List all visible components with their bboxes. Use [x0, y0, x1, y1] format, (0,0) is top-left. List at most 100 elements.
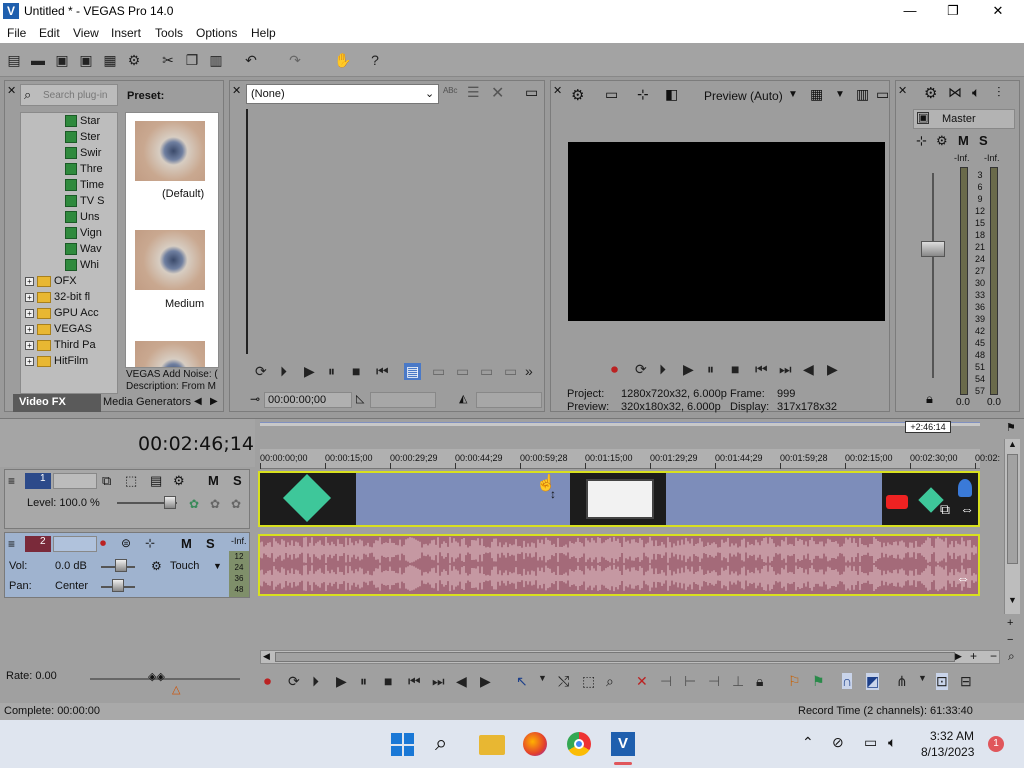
next-frame-icon[interactable]: ▶ [827, 361, 838, 378]
lock-event-icon[interactable]: 🔒︎ [756, 673, 763, 690]
plugin-tree-item[interactable]: Star [65, 115, 100, 131]
vertical-scrollbar[interactable]: ▲ ▼ [1004, 439, 1020, 614]
compositing-mode-icon[interactable]: ⧉ [102, 473, 111, 489]
time-ruler[interactable]: 00:00:00;00 00:00:15;00 00:00:29;29 00:00:4… [260, 449, 1000, 469]
trim-end-icon[interactable]: ⊣ [708, 673, 720, 690]
snapping-magnet-icon[interactable]: ∩ [842, 673, 853, 689]
plugin-tree-item[interactable]: + Third Pa [25, 339, 96, 355]
mixer-tools-icon[interactable]: ⫶ [997, 84, 1001, 101]
plugin-tree-item[interactable]: Vign [65, 227, 102, 243]
previous-frame-icon[interactable]: ⏮ [376, 363, 389, 380]
paste-icon[interactable]: ▥ [207, 51, 225, 69]
marker-flag-icon[interactable]: ⚑ [1006, 421, 1020, 435]
plugin-tree-item[interactable]: + GPU Acc [25, 307, 99, 323]
stop-icon[interactable]: ■ [731, 361, 739, 377]
open-folder-icon[interactable]: ▬ [29, 51, 47, 69]
envelope-tool-icon[interactable]: ⤭ [558, 673, 569, 690]
show-hidden-icons-icon[interactable]: ⌃ [802, 734, 814, 751]
mixer-settings-gear-icon[interactable]: ⚙ [924, 84, 937, 102]
save-as-icon[interactable]: ▣ [77, 51, 95, 69]
plugin-tree-item[interactable]: Swir [65, 147, 101, 163]
vertical-scroll-thumb[interactable] [1007, 454, 1018, 564]
track-collapse-icon[interactable]: ≡ [8, 474, 15, 488]
trim-icon[interactable]: ⊣ [660, 673, 672, 690]
dim-output-icon[interactable]: 🔈︎ [972, 84, 980, 101]
expand-icon[interactable]: + [25, 308, 34, 318]
pan-crop-icon[interactable]: ⧉ [940, 501, 950, 518]
plugin-tree-item[interactable]: + OFX [25, 275, 77, 291]
preview-display[interactable] [568, 142, 885, 321]
loop-icon[interactable]: ⟳ [635, 361, 647, 378]
lock-icon[interactable]: 🔒︎ [926, 391, 933, 407]
master-fader-handle[interactable] [921, 241, 945, 257]
search-icon[interactable]: ⌕ [435, 730, 447, 756]
zoom-out-vertical-icon[interactable]: − [1007, 634, 1013, 646]
audio-track-name-field[interactable] [53, 536, 97, 552]
plugin-tree-item[interactable]: Wav [65, 243, 102, 259]
make-compositing-child-icon[interactable]: ✿ [231, 497, 241, 511]
search-input[interactable]: Search plug-in [43, 90, 107, 101]
fit-icon[interactable]: ▭ [480, 363, 493, 380]
master-mute-button[interactable]: M [958, 133, 969, 148]
mixer-close-icon[interactable]: ✕ [898, 84, 907, 97]
delete-edit-icon[interactable]: ✕ [636, 673, 648, 690]
previous-frame-icon[interactable]: ◀ [456, 673, 467, 690]
what-is-this-icon[interactable]: ✋ [334, 51, 352, 69]
properties-gear-icon[interactable]: ⚙ [125, 51, 143, 69]
preview-menu-icon[interactable]: ▭ [876, 86, 889, 103]
preset-thumbnail-default[interactable] [135, 121, 205, 181]
menu-help[interactable]: Help [251, 26, 276, 40]
split-icon[interactable]: ⊥ [732, 673, 744, 690]
scroll-left-icon[interactable]: ◀ [263, 651, 270, 662]
grid-icon[interactable]: ▦ [810, 86, 823, 103]
panel-menu-icon[interactable]: ▭ [525, 84, 538, 101]
play-from-start-icon[interactable]: ⏵ [659, 361, 666, 378]
firefox-icon[interactable] [523, 732, 547, 756]
pause-icon[interactable]: ⏸ [328, 363, 335, 380]
expand-icon[interactable]: + [25, 356, 34, 366]
master-fx-icon[interactable]: ⊹ [916, 133, 927, 149]
invert-phase-icon[interactable]: ⊜ [121, 536, 131, 550]
split-screen-icon[interactable]: ⊹ [637, 86, 649, 103]
plugin-tree-item[interactable]: Ster [65, 131, 100, 147]
trimmer-close-icon[interactable]: ✕ [232, 84, 241, 97]
trimmer-out-field[interactable] [476, 392, 542, 408]
preset-medium-label[interactable]: Medium [165, 298, 204, 310]
ignore-event-grouping-icon[interactable]: ⊟ [960, 673, 972, 690]
video-mute-button[interactable]: M [208, 473, 219, 488]
automation-gear-icon[interactable]: ⚙ [151, 559, 162, 573]
clock-time[interactable]: 3:32 AM [930, 729, 974, 743]
trim-start-icon[interactable]: ⊢ [684, 673, 696, 690]
compositing-child-icon[interactable]: ✿ [189, 497, 199, 511]
more-icon[interactable]: » [525, 363, 533, 379]
close-button[interactable]: ✕ [983, 2, 1013, 20]
ripple-chevron-icon[interactable]: ▼ [918, 673, 927, 683]
loop-icon[interactable]: ⟳ [255, 363, 267, 380]
preset-thumbnail-3[interactable] [135, 341, 205, 367]
automation-chevron-icon[interactable]: ▼ [213, 561, 222, 571]
expand-icon[interactable]: + [25, 324, 34, 334]
plugin-tree-item[interactable]: +32-bit fl [25, 291, 90, 307]
zoom-tool-icon[interactable]: ⌕ [1008, 649, 1015, 664]
expand-icon[interactable]: + [25, 292, 34, 302]
menu-options[interactable]: Options [196, 26, 237, 40]
maximize-button[interactable]: ❐ [938, 2, 968, 20]
pan-slider-handle[interactable] [112, 579, 124, 592]
pause-icon[interactable]: ⏸ [360, 673, 367, 690]
save-icon[interactable]: ▣ [53, 51, 71, 69]
menu-file[interactable]: File [7, 26, 26, 40]
plugin-tree-item[interactable]: + HitFilm [25, 355, 88, 371]
search-box[interactable]: ⌕ Search plug-in [20, 84, 118, 106]
horizontal-scroll-thumb[interactable] [275, 652, 955, 662]
delete-icon[interactable]: ✕ [491, 83, 504, 103]
external-monitor-icon[interactable]: ▭ [605, 86, 618, 103]
track-fx-icon[interactable]: ▤ [150, 473, 162, 489]
trimmer-timecode[interactable]: 00:00:00;00 [264, 392, 352, 408]
tidy-icon[interactable]: ☰ [467, 84, 480, 101]
play-icon[interactable]: ▶ [304, 363, 315, 380]
start-button-icon[interactable] [391, 733, 414, 756]
new-file-icon[interactable]: ▤ [5, 51, 23, 69]
notification-badge[interactable]: 1 [988, 736, 1004, 752]
automation-mode[interactable]: Touch [170, 560, 199, 572]
ripple-edit-icon[interactable]: ⋔ [896, 673, 908, 690]
